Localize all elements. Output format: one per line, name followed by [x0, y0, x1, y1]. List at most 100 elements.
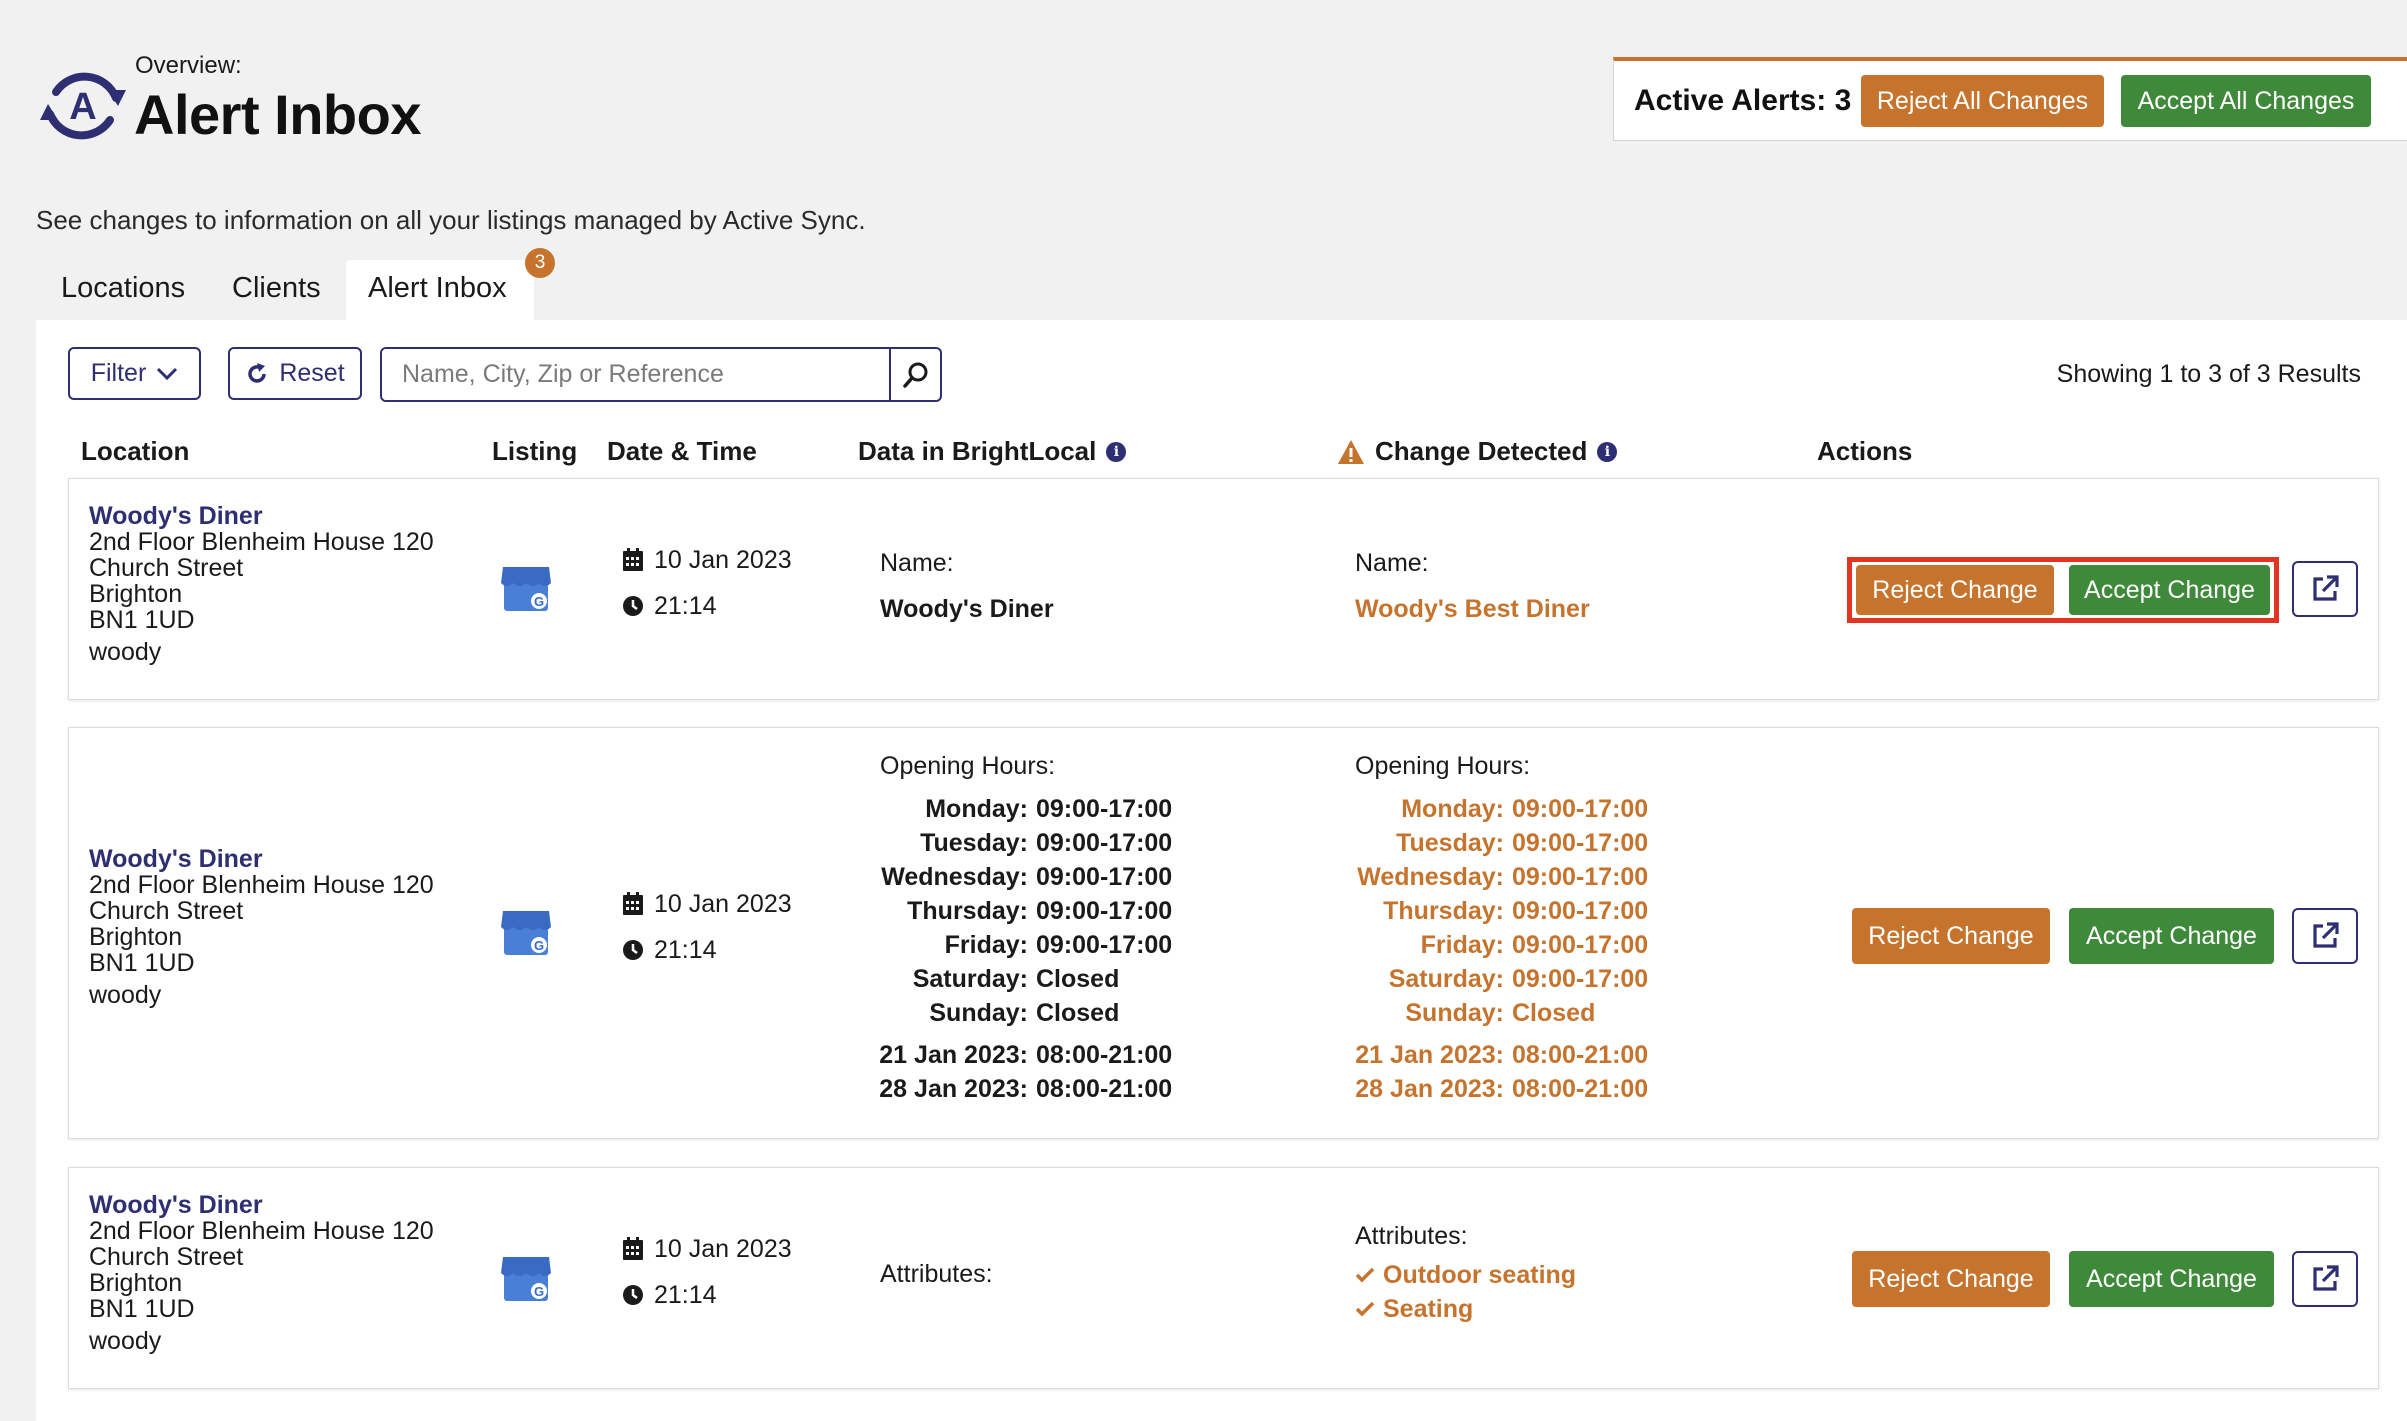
search-button[interactable] — [889, 349, 940, 400]
detected-field-value: Woody's Best Diner — [1355, 595, 1590, 623]
calendar-icon — [623, 1237, 643, 1260]
location-name-link[interactable]: Woody's Diner — [89, 503, 434, 529]
alert-count-badge: 3 — [525, 248, 555, 278]
reject-change-button[interactable]: Reject Change — [1852, 1251, 2050, 1307]
detected-field-label: Name: — [1355, 549, 1429, 577]
location-name-link[interactable]: Woody's Diner — [89, 1192, 434, 1218]
svg-text:G: G — [534, 1284, 544, 1299]
alert-date: 10 Jan 2023 — [654, 1234, 792, 1263]
current-field-label: Name: — [880, 549, 954, 577]
alert-row: Woody's Diner 2nd Floor Blenheim House 1… — [68, 727, 2379, 1139]
tab-clients[interactable]: Clients — [232, 272, 321, 305]
location-reference: woody — [89, 1327, 162, 1355]
column-header-actions: Actions — [1817, 436, 1913, 466]
info-icon[interactable]: i — [1106, 441, 1127, 462]
page-subtitle: See changes to information on all your l… — [36, 205, 866, 235]
tab-locations[interactable]: Locations — [61, 272, 185, 305]
location-address-line-2: Church Street — [89, 897, 244, 925]
accept-change-button[interactable]: Accept Change — [2069, 908, 2274, 964]
search-box — [380, 347, 942, 402]
location-details: Woody's Diner 2nd Floor Blenheim House 1… — [89, 503, 434, 665]
location-address-line-2: Church Street — [89, 554, 244, 582]
location-details: Woody's Diner 2nd Floor Blenheim House 1… — [89, 846, 434, 1008]
accept-change-button[interactable]: Accept Change — [2069, 1251, 2274, 1307]
location-postcode: BN1 1UD — [89, 949, 195, 977]
current-field-value: Woody's Diner — [880, 595, 1054, 623]
active-sync-logo-icon: A — [40, 72, 126, 140]
location-city: Brighton — [89, 580, 183, 608]
current-field-label: Attributes: — [880, 1260, 993, 1288]
date-time: 10 Jan 2023 21:14 — [622, 1234, 792, 1310]
location-city: Brighton — [89, 923, 183, 951]
svg-text:A: A — [69, 86, 96, 128]
clock-icon — [623, 940, 643, 960]
external-link-icon — [2313, 922, 2339, 948]
location-city: Brighton — [89, 1269, 183, 1297]
check-icon — [1355, 1267, 1375, 1283]
calendar-icon — [623, 892, 643, 915]
search-input[interactable] — [382, 349, 892, 400]
filter-button[interactable]: Filter — [68, 347, 201, 400]
alert-time: 21:14 — [654, 1280, 717, 1309]
open-listing-button[interactable] — [2292, 908, 2358, 964]
info-icon[interactable]: i — [1597, 441, 1618, 462]
google-business-store-icon: G — [501, 1257, 551, 1301]
external-link-icon — [2313, 1265, 2339, 1291]
svg-text:G: G — [534, 938, 544, 953]
detected-attributes-list: Outdoor seating Seating — [1355, 1258, 1576, 1326]
open-listing-button[interactable] — [2292, 561, 2358, 617]
active-alerts-panel: Active Alerts: 3 Reject All Changes Acce… — [1613, 57, 2407, 141]
external-link-icon — [2313, 575, 2339, 601]
location-address-line-2: Church Street — [89, 1243, 244, 1271]
accept-all-changes-button[interactable]: Accept All Changes — [2121, 75, 2371, 127]
detected-field-label: Opening Hours: — [1355, 752, 1531, 780]
filter-label: Filter — [90, 359, 147, 387]
clock-icon — [623, 1285, 643, 1305]
current-field-label: Opening Hours: — [880, 752, 1056, 780]
column-header-location: Location — [81, 436, 190, 466]
page-title: Alert Inbox — [134, 83, 421, 146]
location-address-line-1: 2nd Floor Blenheim House 120 — [89, 528, 434, 556]
open-listing-button[interactable] — [2292, 1251, 2358, 1307]
detected-field-label: Attributes: — [1355, 1222, 1468, 1250]
column-header-data-in-brightlocal: Data in BrightLocal i — [858, 436, 1127, 467]
clock-icon — [623, 596, 643, 616]
refresh-icon — [248, 362, 267, 383]
svg-text:G: G — [534, 594, 544, 609]
reject-change-button[interactable]: Reject Change — [1852, 908, 2050, 964]
location-address-line-1: 2nd Floor Blenheim House 120 — [89, 871, 434, 899]
location-reference: woody — [89, 981, 162, 1009]
alert-row: Woody's Diner 2nd Floor Blenheim House 1… — [68, 478, 2379, 700]
alert-row: Woody's Diner 2nd Floor Blenheim House 1… — [68, 1167, 2379, 1389]
reset-button[interactable]: Reset — [228, 347, 362, 400]
reject-change-button[interactable]: Reject Change — [1856, 565, 2054, 615]
active-alerts-count: Active Alerts: 3 — [1634, 84, 1852, 117]
alert-time: 21:14 — [654, 591, 717, 620]
location-address-line-1: 2nd Floor Blenheim House 120 — [89, 1217, 434, 1245]
date-time: 10 Jan 2023 21:14 — [622, 889, 792, 965]
tab-alert-inbox[interactable]: Alert Inbox — [368, 272, 507, 305]
current-opening-hours: Monday: 09:00-17:00 Tuesday: 09:00-17:00 W… — [879, 795, 1173, 1103]
column-header-change-detected: Change Detected i — [1337, 436, 1618, 467]
location-reference: woody — [89, 638, 162, 666]
alert-time: 21:14 — [654, 935, 717, 964]
check-icon — [1355, 1301, 1375, 1317]
reset-label: Reset — [279, 359, 345, 387]
warning-icon — [1338, 439, 1364, 464]
attribute-item: Outdoor seating — [1355, 1258, 1576, 1292]
location-name-link[interactable]: Woody's Diner — [89, 846, 434, 872]
chevron-down-icon — [157, 367, 178, 380]
overview-label: Overview: — [135, 52, 242, 79]
location-postcode: BN1 1UD — [89, 1295, 195, 1323]
reject-all-changes-button[interactable]: Reject All Changes — [1861, 75, 2104, 127]
attribute-item: Seating — [1355, 1292, 1576, 1326]
results-count: Showing 1 to 3 of 3 Results — [2056, 360, 2361, 388]
alert-date: 10 Jan 2023 — [654, 889, 792, 918]
search-icon — [902, 362, 927, 388]
column-header-listing: Listing — [492, 436, 578, 466]
location-details: Woody's Diner 2nd Floor Blenheim House 1… — [89, 1192, 434, 1354]
page: A Overview: Alert Inbox Active Alerts: 3… — [0, 0, 2407, 1421]
detected-opening-hours: Monday: 09:00-17:00 Tuesday: 09:00-17:00 W… — [1355, 795, 1649, 1103]
accept-change-button[interactable]: Accept Change — [2069, 565, 2270, 615]
date-time: 10 Jan 2023 21:14 — [622, 545, 792, 621]
